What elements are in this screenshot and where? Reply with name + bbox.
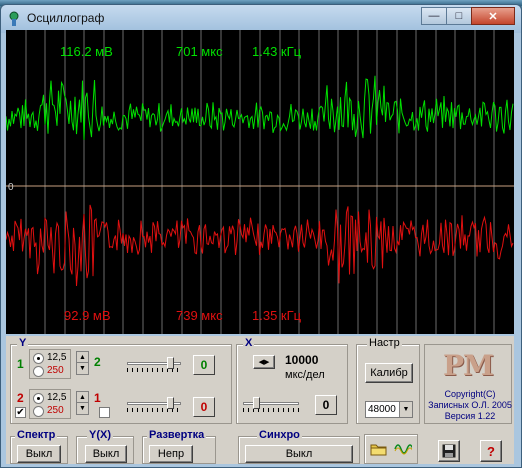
chevron-down-icon: ▼ xyxy=(399,402,412,417)
spectrum-button[interactable]: Выкл xyxy=(17,445,61,463)
ch2-offset-slider[interactable] xyxy=(127,397,181,413)
ch2-offset-button[interactable]: 0 xyxy=(193,397,215,417)
yx-title: Y(X) xyxy=(87,429,113,441)
zero-label: 0 xyxy=(8,182,14,193)
grid-lines xyxy=(25,30,495,334)
ch2-frequency: 1.35 кГц xyxy=(252,308,302,323)
oscilloscope-screen[interactable]: 0 116.2 мВ 701 мкс 1.43 кГц 92.9 мВ 739 … xyxy=(6,30,514,334)
control-panel: Y 1 12,5 250 ▲ ▼ 2 0 2 ✔ 12,5 250 ▲ ▼ 1 0 xyxy=(6,336,514,464)
calibrate-button[interactable]: Калибр xyxy=(365,363,413,383)
floppy-icon[interactable] xyxy=(438,440,460,462)
rm-logo: PM xyxy=(443,349,494,382)
ch1-amplitude: 116.2 мВ xyxy=(60,44,113,59)
copyright-line-2: Записных О.Л. 2005 xyxy=(428,400,512,410)
ch1-range-250-radio[interactable] xyxy=(33,366,44,377)
ch1-period: 701 мкс xyxy=(176,44,223,59)
app-icon xyxy=(9,11,19,26)
x-group: X ◀▶ 10000 мкс/дел 0 xyxy=(236,337,348,424)
y-group-title: Y xyxy=(17,337,29,349)
ch1-frequency: 1.43 кГц xyxy=(252,44,302,59)
x-offset-button[interactable]: 0 xyxy=(315,395,337,415)
sweep-group: Развертка Непр xyxy=(142,429,216,464)
ch2-side-number: 1 xyxy=(94,391,101,405)
sync-button[interactable]: Выкл xyxy=(245,445,353,463)
ch1-range-12-5-radio[interactable] xyxy=(33,353,44,364)
x-scale-unit: мкс/дел xyxy=(285,369,325,381)
sample-rate-select[interactable]: 48000 ▼ xyxy=(365,401,413,418)
minimize-button[interactable]: — xyxy=(421,7,447,25)
ch2-range-box: 12,5 250 xyxy=(29,389,71,419)
x-offset-slider[interactable] xyxy=(243,397,299,413)
settings-group: Настр Калибр 48000 ▼ xyxy=(356,337,420,424)
sweep-button[interactable]: Непр xyxy=(149,445,193,463)
ch2-enable-checkbox[interactable]: ✔ xyxy=(15,407,26,418)
ch1-offset-slider[interactable] xyxy=(127,357,181,373)
ch2-amplitude: 92.9 мВ xyxy=(64,308,111,323)
logo-box: PM Copyright(C) Записных О.Л. 2005 Верси… xyxy=(424,344,512,424)
copyright-line-3: Версия 1.22 xyxy=(444,411,496,421)
settings-group-title: Настр xyxy=(367,337,402,349)
yx-group: Y(X) Выкл xyxy=(76,429,134,464)
spectrum-title: Спектр xyxy=(15,429,58,441)
ch2-number: 2 xyxy=(17,391,24,405)
ch1-range-250-label: 250 xyxy=(47,365,64,376)
ch2-range-250-radio[interactable] xyxy=(33,406,44,417)
ch2-range-250-label: 250 xyxy=(47,405,64,416)
sweep-title: Развертка xyxy=(147,429,207,441)
ch1-range-12-5-label: 12,5 xyxy=(47,352,67,363)
sync-group: Синхро Выкл xyxy=(238,429,360,464)
help-button[interactable]: ? xyxy=(480,440,502,462)
window-title: Осциллограф xyxy=(27,11,105,25)
title-bar[interactable]: Осциллограф — □ ✕ xyxy=(1,5,521,33)
file-tools-group xyxy=(364,434,418,464)
ch2-invert-checkbox[interactable] xyxy=(99,407,110,418)
ch1-side-number: 2 xyxy=(94,355,101,369)
x-group-title: X xyxy=(243,337,255,349)
spectrum-group: Спектр Выкл xyxy=(10,429,68,464)
wave-icon[interactable] xyxy=(393,439,413,459)
ch1-spinner[interactable]: ▲ ▼ xyxy=(76,351,89,375)
ch1-offset-button[interactable]: 0 xyxy=(193,355,215,375)
maximize-button[interactable]: □ xyxy=(446,7,472,25)
ch2-range-12-5-label: 12,5 xyxy=(47,392,67,403)
y-group: Y 1 12,5 250 ▲ ▼ 2 0 2 ✔ 12,5 250 ▲ ▼ 1 0 xyxy=(10,337,232,424)
ch2-spinner[interactable]: ▲ ▼ xyxy=(76,391,89,415)
yx-button[interactable]: Выкл xyxy=(85,445,127,463)
sample-rate-value: 48000 xyxy=(368,404,396,415)
ch2-period: 739 мкс xyxy=(176,308,223,323)
close-button[interactable]: ✕ xyxy=(471,7,515,25)
ch1-range-box: 12,5 250 xyxy=(29,349,71,379)
copyright-line-1: Copyright(C) xyxy=(444,389,496,399)
ch1-number: 1 xyxy=(17,357,24,371)
x-scale-value: 10000 xyxy=(285,353,319,367)
waveform-plot: 0 116.2 мВ 701 мкс 1.43 кГц 92.9 мВ 739 … xyxy=(6,30,514,334)
folder-icon[interactable] xyxy=(369,439,389,459)
x-scale-spinner[interactable]: ◀▶ xyxy=(253,355,275,369)
sync-title: Синхро xyxy=(257,429,302,441)
ch2-range-12-5-radio[interactable] xyxy=(33,393,44,404)
